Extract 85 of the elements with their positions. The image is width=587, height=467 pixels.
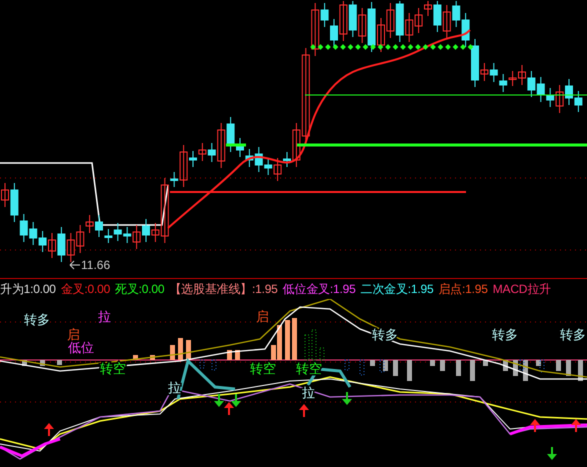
candlestick [20, 214, 28, 242]
histogram-bar [393, 360, 398, 376]
indicator-value: 金叉:0.00 [60, 280, 110, 298]
candlestick [339, 0, 348, 42]
candlestick [38, 230, 47, 252]
candlestick [508, 70, 517, 86]
histogram-bar [133, 355, 138, 360]
histogram-bar [578, 360, 583, 381]
up-arrow-icon [224, 402, 234, 415]
candlestick [499, 74, 508, 92]
signal-label: 启 [67, 327, 80, 342]
histogram-bar [178, 338, 183, 360]
histogram-bar [150, 355, 155, 360]
candlestick [348, 0, 357, 38]
histogram-bar [503, 360, 508, 371]
down-arrow-icon [547, 447, 557, 460]
signal-label: 转多 [560, 327, 586, 342]
candlestick [245, 148, 254, 168]
candlestick [57, 226, 66, 262]
candlestick [66, 232, 75, 262]
candlestick [442, 4, 451, 38]
signal-label: 启 [256, 309, 269, 324]
down-arrow-icon [342, 392, 352, 405]
histogram-bar [170, 345, 175, 360]
histogram-bar [320, 348, 324, 360]
histogram-bar [22, 360, 27, 366]
signal-label: 转多 [24, 312, 50, 327]
histogram-bar [440, 360, 445, 371]
histogram-bar [566, 360, 571, 376]
candlestick [452, 0, 460, 28]
histogram-bar [360, 360, 364, 376]
histogram-bar [370, 360, 375, 366]
up-arrow-icon [44, 423, 54, 436]
histogram-bar [407, 360, 412, 381]
signal-label: 拉 [98, 309, 111, 324]
indicator-value: 死叉:0.00 [115, 280, 164, 298]
signal-label: 转空 [250, 361, 276, 376]
histogram-bar [456, 360, 461, 376]
indicator-value: 升为1:0.00 [0, 280, 56, 298]
histogram-bar [40, 360, 45, 366]
candlestick [527, 70, 536, 98]
candlestick [405, 12, 414, 42]
signal-label: 低位 [68, 340, 94, 355]
up-arrow-icon [530, 419, 540, 432]
histogram-bar [212, 360, 216, 370]
signal-label: 转多 [492, 327, 518, 342]
down-arrow-icon [231, 394, 241, 407]
indicator-value: 低位金叉:1.95 [282, 280, 356, 298]
candlestick [462, 12, 470, 48]
up-arrow-icon [571, 419, 581, 432]
histogram-bar [483, 360, 488, 366]
histogram-bar [513, 360, 518, 376]
up-arrow-icon [299, 404, 309, 417]
low-price-label: 11.66 [81, 258, 110, 272]
down-arrow-icon [214, 394, 224, 407]
candlestick [29, 222, 38, 246]
indicator-value: 启点:1.95 [438, 280, 488, 298]
indicator-value: 二次金叉:1.95 [360, 280, 434, 298]
histogram-bar [227, 350, 232, 360]
candlestick [386, 2, 394, 38]
momentum-line [0, 438, 60, 458]
candlestick [490, 62, 498, 82]
candlestick [198, 142, 206, 162]
indicator-value: MACD拉升 [492, 280, 551, 298]
candlestick [358, 8, 366, 44]
candlestick [114, 222, 122, 242]
histogram-bar [304, 334, 310, 360]
histogram-bar [430, 360, 435, 366]
candlestick [536, 76, 545, 102]
candlestick [574, 90, 582, 112]
histogram-bar [186, 340, 191, 360]
histogram-bar [344, 360, 350, 370]
support-line [226, 144, 246, 146]
histogram-bar [235, 350, 240, 360]
histogram-bar [470, 360, 475, 381]
histogram-bar [312, 330, 316, 360]
histogram-bar [556, 360, 561, 371]
candlestick [396, 0, 404, 42]
arrow-icon [70, 260, 80, 270]
histogram-bar [200, 360, 204, 368]
histogram-bar [292, 318, 297, 360]
indicator-value: 【选股基准线】:1.95 [169, 280, 278, 298]
histogram-bar [285, 320, 290, 360]
histogram-bar [57, 360, 62, 365]
signal-label: 转空 [296, 361, 322, 376]
